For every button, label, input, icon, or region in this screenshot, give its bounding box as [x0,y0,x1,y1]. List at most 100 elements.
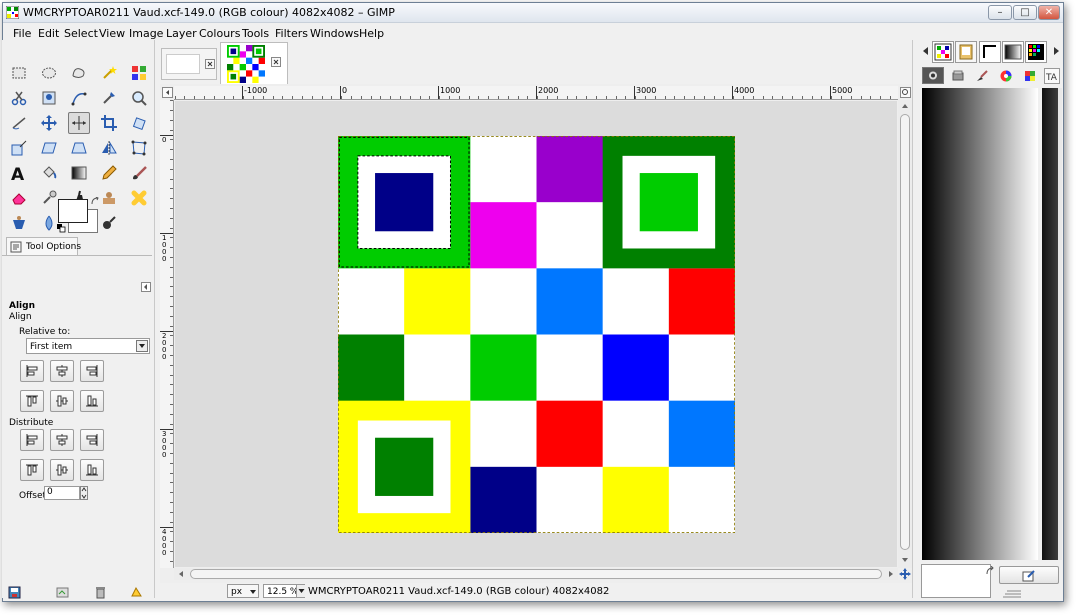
navigate-icon[interactable] [899,568,911,580]
offset-stepper-icon[interactable] [80,486,88,500]
distribute-left-button[interactable] [20,429,44,451]
image-tab-blank[interactable] [161,48,217,80]
tab-palettes[interactable] [1025,41,1047,63]
scroll-up-icon[interactable] [901,102,909,110]
maximize-button[interactable]: □ [1013,5,1037,20]
tool-fuzzy-select[interactable] [98,62,120,84]
tab-layers[interactable] [922,67,944,84]
reset-options-icon[interactable] [130,586,143,599]
tool-foreground-select[interactable] [38,87,60,109]
vertical-scrollbar[interactable] [898,100,912,568]
panel-menu-icon[interactable] [141,282,151,292]
tool-color-select[interactable] [128,62,150,84]
fonts-icon[interactable] [1023,69,1037,83]
tool-blend[interactable] [68,162,90,184]
menu-edit[interactable]: Edit [38,27,59,40]
tool-dodge-burn[interactable] [98,212,120,234]
horizontal-scrollbar[interactable] [174,568,898,580]
scroll-right-icon[interactable] [887,570,895,578]
align-hcenter-button[interactable] [50,360,74,382]
tool-flip[interactable] [98,137,120,159]
relative-to-select[interactable]: First item [26,338,150,354]
tab-patterns[interactable] [932,41,954,63]
align-left-button[interactable] [20,360,44,382]
menu-select[interactable]: Select [64,27,98,40]
delete-options-icon[interactable] [94,586,107,599]
distribute-top-button[interactable] [20,459,44,481]
dock-menu-icon[interactable] [921,46,931,56]
quick-mask-menu-icon[interactable] [162,87,173,98]
resize-grip-icon[interactable] [1003,588,1021,598]
tab-tool-options[interactable]: Tool Options [6,237,81,256]
colour-wheel-icon[interactable] [999,69,1013,83]
canvas[interactable] [175,101,897,567]
chevron-down-icon[interactable] [136,340,148,352]
vertical-scroll-thumb[interactable] [900,114,910,550]
tool-cage[interactable] [128,137,150,159]
tool-scale[interactable] [8,137,30,159]
tool-airbrush[interactable] [38,187,60,209]
distribute-hcenter-button[interactable] [50,429,74,451]
menu-windows[interactable]: Windows [310,27,359,40]
tool-clone[interactable] [98,187,120,209]
zoom-fit-icon[interactable] [900,87,911,98]
foreground-color-swatch[interactable] [58,199,88,223]
image-tab-active[interactable] [220,42,288,84]
brush-icon[interactable] [975,69,989,83]
minimize-button[interactable]: – [988,5,1012,20]
fg-bg-colors[interactable] [57,197,100,235]
tool-align[interactable] [68,112,90,134]
tool-rect-select[interactable] [8,62,30,84]
tool-crop[interactable] [98,112,120,134]
tab-paths[interactable] [979,41,1001,63]
chevron-down-icon[interactable] [296,585,305,597]
tool-paths[interactable] [68,87,90,109]
tab-brushes[interactable] [955,41,977,63]
close-tab-icon[interactable] [271,57,281,67]
align-right-button[interactable] [80,360,104,382]
menu-view[interactable]: View [99,27,125,40]
tool-paintbrush[interactable] [128,162,150,184]
menu-file[interactable]: File [13,27,31,40]
distribute-bottom-button[interactable] [80,459,104,481]
menu-image[interactable]: Image [129,27,163,40]
align-bottom-button[interactable] [80,390,104,412]
title-bar[interactable]: WMCRYPTOAR0211 Vaud.xcf-149.0 (RGB colou… [3,3,1063,23]
edit-gradient-button[interactable] [999,566,1059,584]
tool-free-select[interactable] [68,62,90,84]
restore-options-icon[interactable] [56,586,69,599]
tool-perspective[interactable] [68,137,90,159]
tool-color-picker[interactable] [98,87,120,109]
image-content[interactable] [338,136,735,533]
tool-text[interactable]: A [8,162,30,184]
tool-shear[interactable] [38,137,60,159]
distribute-vcenter-button[interactable] [50,459,74,481]
align-vcenter-button[interactable] [50,390,74,412]
channels-icon[interactable] [951,69,965,83]
tab-gradients[interactable] [1002,41,1024,63]
menu-colours[interactable]: Colours [199,27,240,40]
unit-select[interactable]: px [227,584,259,598]
vertical-ruler[interactable]: 0 1000 2000 3000 4000 [160,100,174,568]
horizontal-ruler[interactable]: -1000 0 1000 2000 3000 4000 5000 [174,86,898,100]
default-colors-icon[interactable] [57,224,66,233]
horizontal-scroll-thumb[interactable] [190,569,882,579]
tool-scissors[interactable] [8,87,30,109]
distribute-right-button[interactable] [80,429,104,451]
align-top-button[interactable] [20,390,44,412]
scroll-down-icon[interactable] [901,556,909,564]
text-tool-tab[interactable]: TA [1044,68,1060,84]
menu-layer[interactable]: Layer [166,27,197,40]
tool-bucket-fill[interactable] [38,162,60,184]
tool-measure[interactable] [8,112,30,134]
tool-ellipse-select[interactable] [38,62,60,84]
tool-zoom[interactable] [128,87,150,109]
tool-pencil[interactable] [98,162,120,184]
tool-rotate[interactable] [128,112,150,134]
scroll-left-icon[interactable] [177,570,185,578]
offset-field[interactable]: 0 [44,486,80,500]
close-button[interactable]: ✕ [1038,5,1060,20]
zoom-select[interactable]: 12.5 % [263,584,305,598]
swap-colors-icon[interactable] [91,197,100,206]
tool-eraser[interactable] [8,187,30,209]
